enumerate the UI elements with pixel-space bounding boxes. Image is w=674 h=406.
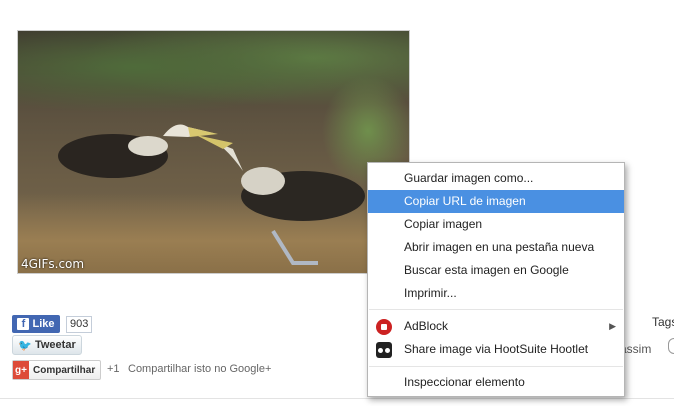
menu-item-label: Copiar imagen — [404, 217, 483, 231]
menu-item-copy-image[interactable]: Copiar imagen — [368, 213, 624, 236]
menu-item-search-image-google[interactable]: Buscar esta imagen en Google — [368, 259, 624, 282]
albatross-birds — [58, 124, 365, 265]
like-label: Like — [32, 318, 55, 330]
gplus-label: Compartilhar — [33, 364, 96, 376]
menu-item-label: Abrir imagen en una pestaña nueva — [404, 240, 595, 254]
like-count: 903 — [66, 316, 93, 333]
menu-item-label: Copiar URL de imagen — [404, 194, 526, 208]
facebook-icon: f — [17, 318, 30, 330]
google-plus-icon: g+ — [13, 361, 29, 379]
menu-item-save-image[interactable]: Guardar imagen como... — [368, 167, 624, 190]
watermark: 4GIFs.com — [21, 257, 85, 271]
tweet-button[interactable]: 🐦 Tweetar — [12, 335, 82, 355]
menu-item-label: Imprimir... — [404, 286, 457, 300]
gplus-share-text: Compartilhar isto no Google+ — [128, 363, 272, 375]
hootsuite-owl-icon — [376, 342, 392, 358]
menu-item-label: AdBlock — [404, 319, 449, 333]
menu-separator — [369, 309, 623, 310]
menu-item-label: Share image via HootSuite Hootlet — [404, 342, 589, 356]
menu-item-copy-image-url[interactable]: Copiar URL de imagen — [368, 190, 624, 213]
adblock-icon — [376, 319, 392, 335]
menu-item-inspect-element[interactable]: Inspeccionar elemento — [368, 371, 624, 394]
submenu-arrow-icon: ▶ — [609, 321, 616, 331]
menu-item-label: Guardar imagen como... — [404, 171, 534, 185]
twitter-bird-icon: 🐦 — [18, 339, 32, 352]
menu-item-open-image-new-tab[interactable]: Abrir imagen en una pestaña nueva — [368, 236, 624, 259]
menu-item-hootsuite-share[interactable]: Share image via HootSuite Hootlet — [368, 338, 624, 361]
partial-icon — [668, 338, 674, 354]
menu-item-print[interactable]: Imprimir... — [368, 282, 624, 305]
context-menu: Guardar imagen como... Copiar URL de ima… — [367, 162, 625, 397]
menu-item-adblock[interactable]: AdBlock ▶ — [368, 315, 624, 338]
gplus-count: +1 — [107, 363, 120, 375]
menu-item-label: Inspeccionar elemento — [404, 375, 525, 389]
google-plus-share-button[interactable]: g+ Compartilhar — [12, 360, 101, 380]
facebook-like-button[interactable]: f Like — [12, 315, 60, 333]
menu-separator — [369, 366, 623, 367]
tags-label: Tags — [652, 315, 674, 329]
tweet-label: Tweetar — [34, 339, 76, 351]
divider — [0, 398, 674, 399]
albatross-image[interactable]: 4GIFs.com — [17, 30, 410, 274]
menu-item-label: Buscar esta imagen en Google — [404, 263, 569, 277]
